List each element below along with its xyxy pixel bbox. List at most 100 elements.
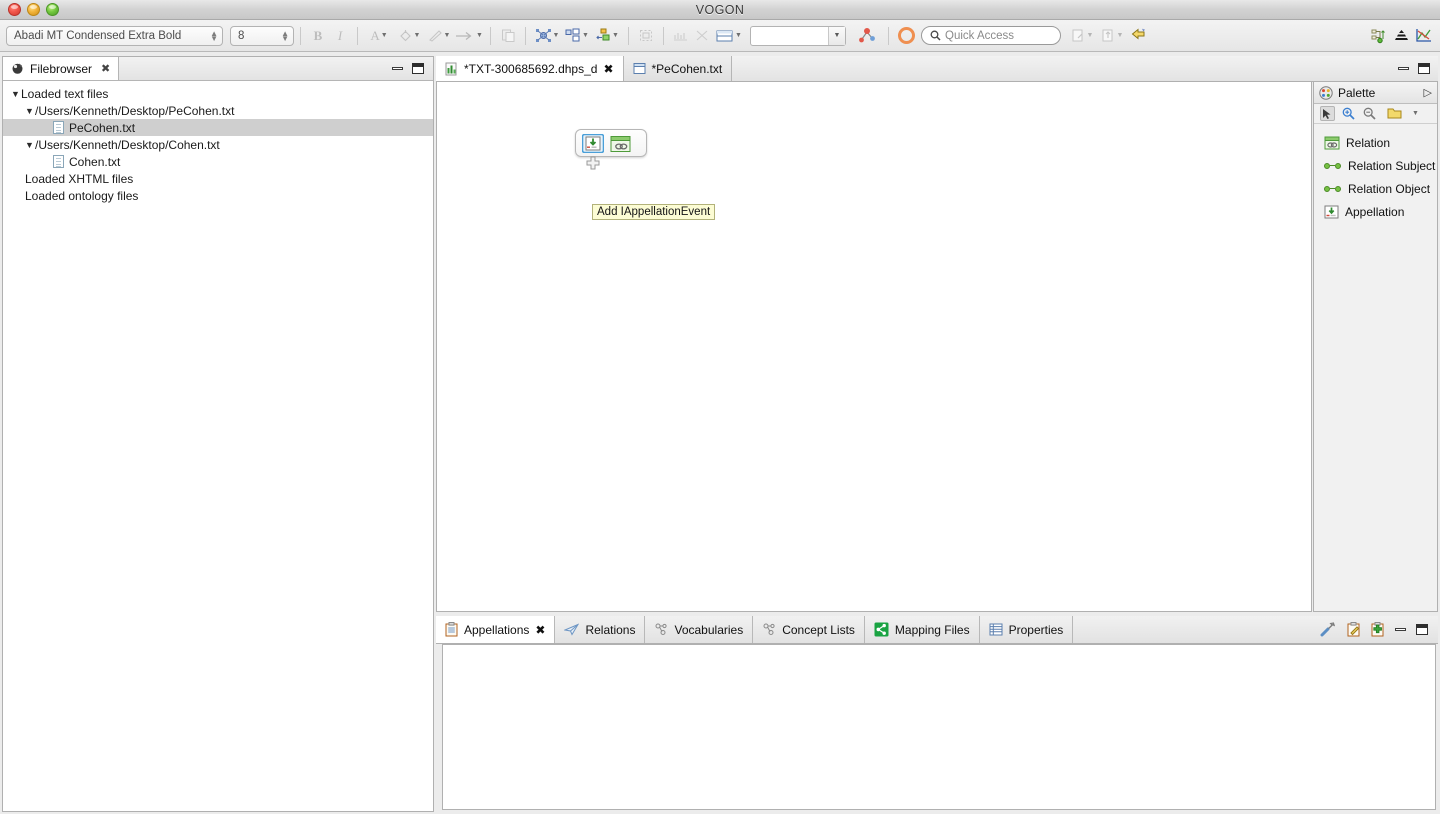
tab-relations[interactable]: Relations bbox=[555, 616, 646, 643]
palette-item-relation[interactable]: Relation bbox=[1314, 131, 1437, 154]
chart-view-button[interactable] bbox=[1412, 25, 1434, 47]
maximize-icon[interactable] bbox=[1416, 624, 1428, 635]
chevron-down-icon[interactable]: ▼ bbox=[1412, 110, 1419, 117]
tab-filebrowser[interactable]: Filebrowser ✖ bbox=[3, 57, 120, 80]
add-appellation-button[interactable] bbox=[582, 134, 604, 153]
tab-properties[interactable]: Properties bbox=[980, 616, 1074, 643]
zoom-combo[interactable]: ▼ bbox=[750, 25, 846, 46]
marquee-select-button[interactable] bbox=[635, 25, 657, 47]
font-color-button[interactable]: A ▼ bbox=[364, 25, 394, 47]
hierarchy-view-button[interactable] bbox=[1368, 25, 1390, 47]
distribute-objects-button[interactable]: ▼ bbox=[592, 25, 622, 47]
ruler-icon bbox=[673, 29, 689, 43]
annotate-button[interactable] bbox=[852, 25, 882, 47]
twisty-expanded-icon[interactable]: ▼ bbox=[25, 106, 35, 116]
paste-button[interactable] bbox=[497, 25, 519, 47]
tree-node-label: Loaded text files bbox=[21, 86, 109, 101]
chevron-down-icon[interactable]: ▼ bbox=[828, 26, 845, 45]
paste-icon bbox=[501, 28, 516, 43]
tree-node[interactable]: ▼ Loaded text files bbox=[3, 85, 433, 102]
minimize-icon[interactable] bbox=[1398, 67, 1409, 70]
maximize-icon[interactable] bbox=[412, 63, 424, 74]
font-size-select[interactable]: 8 ▲ ▼ bbox=[230, 25, 294, 46]
tree-node[interactable]: Loaded XHTML files bbox=[3, 170, 433, 187]
twisty-expanded-icon[interactable]: ▼ bbox=[25, 140, 35, 150]
palette-item-relation-object[interactable]: Relation Object bbox=[1314, 177, 1437, 200]
switch-perspective-button[interactable]: ▼ bbox=[1097, 25, 1127, 47]
pyramid-view-button[interactable] bbox=[1390, 25, 1412, 47]
font-family-select[interactable]: Abadi MT Condensed Extra Bold ▲ ▼ bbox=[6, 25, 223, 46]
cut-button[interactable] bbox=[692, 25, 714, 47]
screwdriver-icon[interactable] bbox=[1320, 622, 1337, 637]
graph-layout-icon bbox=[535, 28, 552, 43]
diagram-canvas[interactable]: Add IAppellationEvent bbox=[436, 82, 1312, 612]
add-relation-button[interactable] bbox=[610, 135, 632, 152]
tab-appellations[interactable]: Appellations ✖ bbox=[436, 616, 556, 643]
minimize-icon[interactable] bbox=[392, 67, 403, 70]
marquee-select-icon bbox=[639, 29, 654, 43]
maximize-icon[interactable] bbox=[1418, 63, 1430, 74]
palette-item-appellation[interactable]: Appellation bbox=[1314, 200, 1437, 223]
chevron-down-icon: ▼ bbox=[582, 32, 589, 39]
tab-vocabularies[interactable]: Vocabularies bbox=[645, 616, 754, 643]
maximize-window-button[interactable] bbox=[46, 3, 59, 16]
select-tool-button[interactable] bbox=[1320, 106, 1335, 121]
tree-node[interactable]: Loaded ontology files bbox=[3, 187, 433, 204]
tab-diagram-editor[interactable]: *TXT-300685692.dhps_d ✖ bbox=[436, 56, 624, 81]
plus-handle-icon[interactable] bbox=[586, 156, 600, 170]
tab-label: Relations bbox=[585, 622, 636, 637]
file-icon bbox=[53, 155, 64, 168]
palette-item-relation-subject[interactable]: Relation Subject bbox=[1314, 154, 1437, 177]
tab-label: Filebrowser bbox=[30, 61, 93, 76]
line-color-button[interactable]: ▼ bbox=[424, 25, 454, 47]
open-perspective-button[interactable]: ▼ bbox=[1067, 25, 1097, 47]
graph-layout-button[interactable]: ▼ bbox=[532, 25, 562, 47]
hierarchy-icon bbox=[1371, 28, 1388, 44]
cheatsheet-button[interactable] bbox=[1127, 25, 1149, 47]
close-icon[interactable]: ✖ bbox=[603, 62, 613, 76]
twisty-expanded-icon[interactable]: ▼ bbox=[11, 89, 21, 99]
fill-color-button[interactable]: ▼ bbox=[394, 25, 424, 47]
link-icon bbox=[1324, 162, 1342, 169]
tab-text-editor[interactable]: *PeCohen.txt bbox=[623, 56, 733, 81]
minimize-window-button[interactable] bbox=[27, 3, 40, 16]
bold-button[interactable]: B bbox=[307, 25, 329, 47]
minimize-icon[interactable] bbox=[1395, 628, 1406, 631]
italic-button[interactable]: I bbox=[329, 25, 351, 47]
note-tool-button[interactable] bbox=[1383, 106, 1405, 121]
tree-node-label: PeCohen.txt bbox=[69, 120, 136, 135]
close-icon[interactable]: ✖ bbox=[101, 62, 110, 75]
switch-perspective-icon bbox=[1101, 28, 1116, 43]
close-icon[interactable]: ✖ bbox=[535, 623, 545, 637]
file-tree[interactable]: ▼ Loaded text files ▼ /Users/Kenneth/Des… bbox=[3, 81, 433, 204]
tree-node[interactable]: ▼ /Users/Kenneth/Desktop/Cohen.txt bbox=[3, 136, 433, 153]
tree-node-selected[interactable]: PeCohen.txt bbox=[3, 119, 433, 136]
pyramid-icon bbox=[1393, 28, 1410, 43]
chevron-down-icon: ▼ bbox=[552, 32, 560, 39]
quick-access-input[interactable]: Quick Access bbox=[921, 26, 1061, 45]
bottom-panel-tools bbox=[1320, 616, 1438, 643]
zoom-in-tool-button[interactable] bbox=[1341, 106, 1356, 121]
clipboard-add-icon[interactable] bbox=[1371, 622, 1385, 637]
tree-node-label: /Users/Kenneth/Desktop/PeCohen.txt bbox=[35, 103, 235, 118]
align-objects-button[interactable]: ▼ bbox=[562, 25, 592, 47]
bottom-panel-content[interactable] bbox=[442, 644, 1436, 810]
tab-concept-lists[interactable]: Concept Lists bbox=[753, 616, 865, 643]
layout-toggle-button[interactable]: ▼ bbox=[714, 25, 744, 47]
line-style-button[interactable]: ▼ bbox=[454, 25, 484, 47]
tree-node[interactable]: Cohen.txt bbox=[3, 153, 433, 170]
tab-mapping-files[interactable]: Mapping Files bbox=[865, 616, 980, 643]
close-window-button[interactable] bbox=[8, 3, 21, 16]
clipboard-edit-icon[interactable] bbox=[1347, 622, 1361, 637]
tab-label: *PeCohen.txt bbox=[651, 61, 723, 76]
ruler-button[interactable] bbox=[670, 25, 692, 47]
pen-icon bbox=[428, 28, 443, 43]
chevron-right-icon[interactable]: ▷ bbox=[1424, 86, 1432, 99]
text-editor-icon bbox=[633, 62, 646, 75]
divider bbox=[525, 26, 526, 45]
zoom-out-tool-button[interactable] bbox=[1362, 106, 1377, 121]
tree-node[interactable]: ▼ /Users/Kenneth/Desktop/PeCohen.txt bbox=[3, 102, 433, 119]
cut-icon bbox=[695, 29, 711, 43]
perspective-button[interactable] bbox=[895, 25, 917, 47]
tree-node-label: /Users/Kenneth/Desktop/Cohen.txt bbox=[35, 137, 220, 152]
